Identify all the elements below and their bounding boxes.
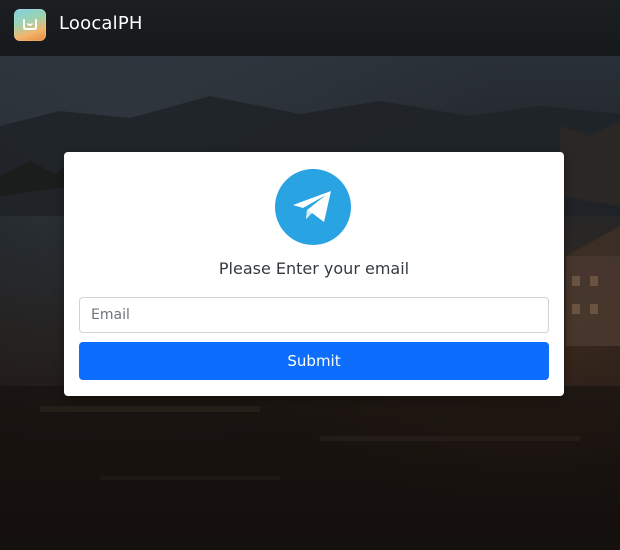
email-prompt: Please Enter your email [218,259,410,278]
telegram-paper-plane-icon [275,169,351,245]
app-title: LoocalPH [59,13,143,34]
title-bar: LoocalPH [0,0,620,56]
email-card: Please Enter your email Submit [64,152,564,396]
submit-button[interactable]: Submit [79,342,549,380]
email-input[interactable] [79,297,549,333]
app-logo-icon [14,9,46,41]
